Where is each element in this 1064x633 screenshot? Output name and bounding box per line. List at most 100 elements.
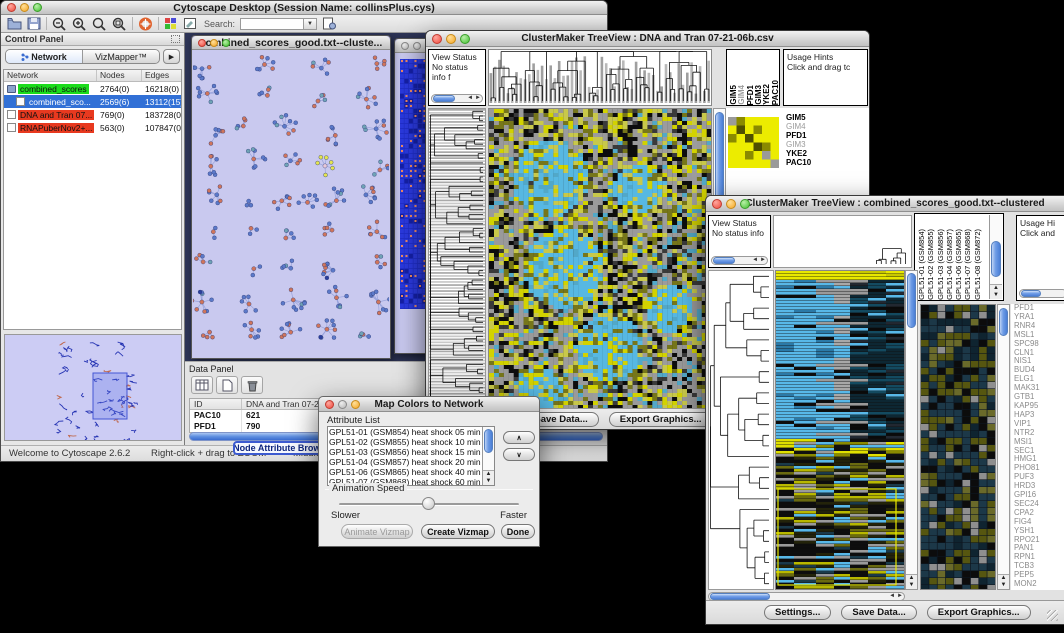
attribute-list[interactable]: GPL51-01 (GSM854) heat shock 05 minGPL51… xyxy=(327,426,495,486)
map-dialog-titlebar[interactable]: Map Colors to Network xyxy=(319,397,539,412)
scrollbar-thumb[interactable] xyxy=(907,273,916,328)
attribute-item[interactable]: GPL51-06 (GSM865) heat shock 40 min xyxy=(329,467,482,477)
tab-vizmapper[interactable]: VizMapper™ xyxy=(83,50,159,63)
treeview-button[interactable]: Export Graphics... xyxy=(927,605,1031,620)
column-label[interactable]: GPL51-03 (GSM856) xyxy=(936,229,945,300)
help-ring-icon[interactable] xyxy=(138,17,153,31)
column-label[interactable]: YKE2 xyxy=(762,84,770,105)
annotation-icon[interactable] xyxy=(183,17,197,30)
search-input[interactable] xyxy=(240,18,304,30)
scrollbar-arrows[interactable]: ▲▼ xyxy=(906,574,917,589)
gene-label[interactable]: YKE2 xyxy=(786,149,866,158)
zoom-button[interactable] xyxy=(351,400,360,409)
close-button[interactable] xyxy=(432,34,442,44)
move-down-button[interactable]: ∨ xyxy=(503,448,535,461)
done-button[interactable]: Done xyxy=(501,524,535,539)
heatmap-main[interactable] xyxy=(488,108,712,410)
col-edges[interactable]: Edges xyxy=(142,70,182,81)
zoom-heatmap[interactable] xyxy=(728,117,779,173)
move-up-button[interactable]: ∧ xyxy=(503,431,535,444)
close-button[interactable] xyxy=(7,3,16,12)
network-list-row[interactable]: RNAPuberNov2+... 563(0) 107847(0) xyxy=(4,121,181,134)
resize-grip[interactable] xyxy=(1047,610,1058,621)
network-list-row[interactable]: combined_scores 2764(0) 16218(0) xyxy=(4,82,181,95)
save-icon[interactable] xyxy=(27,17,41,30)
close-button[interactable] xyxy=(325,400,334,409)
network-list-row[interactable]: combined_sco... 2569(6) 13112(15) xyxy=(4,95,181,108)
zoom-selected-icon[interactable] xyxy=(92,17,107,31)
status-scrollbar[interactable]: ◄► xyxy=(431,94,483,103)
column-label[interactable]: GPL51-07 (GSM868) xyxy=(963,229,972,300)
column-label[interactable]: PFD1 xyxy=(746,85,754,105)
close-button[interactable] xyxy=(401,42,409,50)
col-id[interactable]: ID xyxy=(190,399,242,409)
minimize-button[interactable] xyxy=(413,42,421,50)
search-dropdown-icon[interactable]: ▼ xyxy=(304,18,317,30)
column-label[interactable]: GPL51-01 (GSM854) xyxy=(917,229,926,300)
treeview-combined-titlebar[interactable]: ClusterMaker TreeView : combined_scores_… xyxy=(706,196,1064,212)
close-button[interactable] xyxy=(712,199,722,209)
attribute-item[interactable]: GPL51-03 (GSM856) heat shock 15 min xyxy=(329,447,482,457)
select-attributes-button[interactable] xyxy=(191,376,213,394)
minimize-button[interactable] xyxy=(726,199,736,209)
col-nodes[interactable]: Nodes xyxy=(97,70,142,81)
scrollbar-arrows[interactable]: ▲▼ xyxy=(483,470,494,485)
network-overview-panel[interactable] xyxy=(4,334,182,441)
heatmap-main[interactable] xyxy=(775,270,905,590)
hints-scrollbar[interactable] xyxy=(1019,289,1064,298)
network-view-window-1[interactable]: combined_scores_good.txt--cluste... xyxy=(191,35,391,359)
attribute-item[interactable]: GPL51-02 (GSM855) heat shock 10 min xyxy=(329,437,482,447)
labels-vscrollbar[interactable]: ▲▼ xyxy=(989,215,1002,299)
animation-slider-thumb[interactable] xyxy=(422,497,435,510)
gene-label[interactable]: PAC10 xyxy=(786,158,866,167)
minimize-button[interactable] xyxy=(210,39,218,47)
column-label[interactable]: GPL51-02 (GSM855) xyxy=(926,229,935,300)
column-dendrogram[interactable] xyxy=(773,215,912,268)
minimize-button[interactable] xyxy=(20,3,29,12)
gene-label[interactable]: GIM5 xyxy=(786,113,866,122)
zoom-heatmap-panel[interactable] xyxy=(920,304,996,590)
zoom-button[interactable] xyxy=(460,34,470,44)
zoom-fit-icon[interactable] xyxy=(112,17,127,31)
zoom-button[interactable] xyxy=(222,39,230,47)
column-dendrogram[interactable] xyxy=(488,49,712,106)
zoom-in-icon[interactable] xyxy=(72,17,87,31)
scrollbar-thumb[interactable] xyxy=(991,241,1001,277)
status-scrollbar[interactable]: ◄► xyxy=(711,256,768,265)
float-panel-icon[interactable] xyxy=(171,35,180,43)
animate-vizmap-button[interactable]: Animate Vizmap xyxy=(341,524,413,539)
gene-label[interactable]: GIM4 xyxy=(786,122,866,131)
attribute-doc-icon[interactable] xyxy=(322,17,336,30)
main-titlebar[interactable]: Cytoscape Desktop (Session Name: collins… xyxy=(1,1,607,15)
delete-attribute-button[interactable] xyxy=(241,376,263,394)
tab-network[interactable]: Network xyxy=(6,50,83,63)
network-list-row[interactable]: DNA and Tran 07... 769(0) 183728(0) xyxy=(4,108,181,121)
row-dendrogram[interactable] xyxy=(428,108,486,410)
column-label[interactable]: PAC10 xyxy=(771,80,779,105)
column-label[interactable]: GIM4 xyxy=(737,85,745,105)
gene-label[interactable]: PFD1 xyxy=(786,131,866,140)
column-label[interactable]: GPL51-04 (GSM857) xyxy=(945,229,954,300)
minimize-button[interactable] xyxy=(338,400,347,409)
col-network[interactable]: Network xyxy=(4,70,97,81)
zoom-vscrollbar[interactable]: ▲▼ xyxy=(997,304,1010,590)
scrollbar-arrows[interactable]: ▲▼ xyxy=(990,284,1002,299)
row-dendrogram[interactable] xyxy=(708,270,774,590)
open-icon[interactable] xyxy=(7,17,22,30)
treeview-dna-titlebar[interactable]: ClusterMaker TreeView : DNA and Tran 07-… xyxy=(426,31,869,47)
new-attribute-button[interactable] xyxy=(216,376,238,394)
zoom-out-icon[interactable] xyxy=(52,17,67,31)
more-tabs-button[interactable]: ▶ xyxy=(163,49,180,64)
heatmap-vscrollbar[interactable]: ▲▼ xyxy=(905,270,918,590)
column-label[interactable]: GPL51-08 (GSM872) xyxy=(973,229,982,300)
vizmapper-icon[interactable] xyxy=(164,17,178,30)
treeview-button[interactable]: Save Data... xyxy=(841,605,916,620)
scrollbar-thumb[interactable] xyxy=(999,308,1008,336)
create-vizmap-button[interactable]: Create Vizmap xyxy=(421,524,495,539)
list-vscrollbar[interactable]: ▲▼ xyxy=(482,427,494,485)
attribute-item[interactable]: GPL51-04 (GSM857) heat shock 20 min xyxy=(329,457,482,467)
zoom-button[interactable] xyxy=(33,3,42,12)
treeview-button[interactable]: Export Graphics... xyxy=(609,412,713,427)
treeview-button[interactable]: Settings... xyxy=(764,605,831,620)
scrollbar-thumb[interactable] xyxy=(484,429,493,453)
